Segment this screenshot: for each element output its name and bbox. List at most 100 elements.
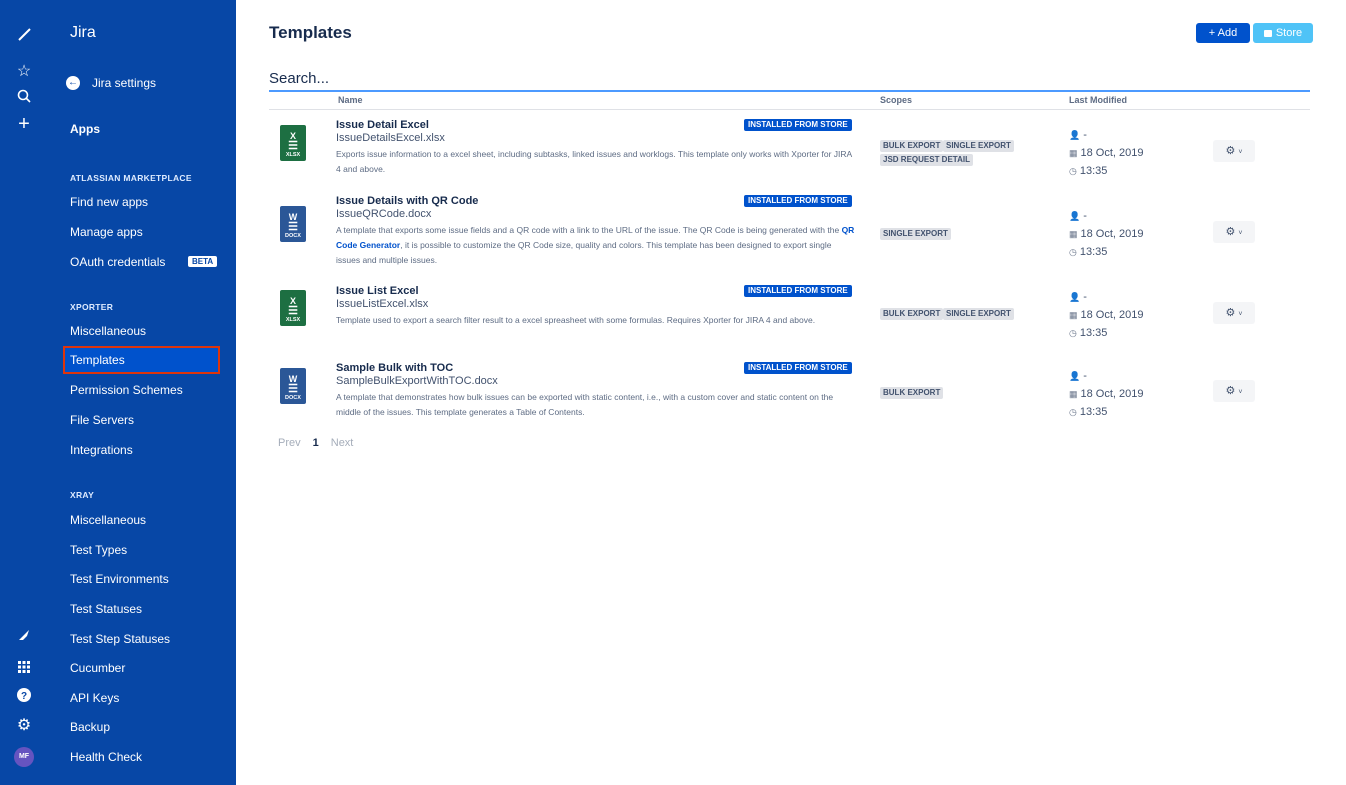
table-row: X ☰ XLSX Issue Detail Excel INSTALLED FROM… bbox=[269, 119, 1310, 199]
template-name[interactable]: Issue Details with QR Code bbox=[336, 195, 478, 207]
app-grid-icon[interactable] bbox=[0, 659, 48, 679]
star-icon[interactable]: ☆ bbox=[0, 62, 48, 82]
template-filename: SampleBulkExportWithTOC.docx bbox=[336, 375, 498, 387]
chevron-down-icon: ˅ bbox=[1238, 311, 1243, 318]
store-label: Store bbox=[1275, 27, 1303, 39]
column-header-name[interactable]: Name bbox=[338, 95, 363, 105]
installed-badge: INSTALLED FROM STORE bbox=[744, 362, 852, 374]
gear-icon: ⚙ bbox=[1225, 307, 1236, 319]
last-modified: 👤 - ▦ 18 Oct, 2019 ◷ 13:35 bbox=[1069, 370, 1144, 418]
template-name[interactable]: Issue List Excel bbox=[336, 285, 419, 297]
sidebar-item-xray-miscellaneous[interactable]: Miscellaneous bbox=[70, 510, 146, 530]
installed-badge: INSTALLED FROM STORE bbox=[744, 285, 852, 297]
pagination-current[interactable]: 1 bbox=[313, 437, 319, 449]
help-icon[interactable]: ? bbox=[0, 688, 48, 708]
installed-badge: INSTALLED FROM STORE bbox=[744, 195, 852, 207]
clock-icon: ◷ bbox=[1069, 328, 1077, 338]
sidebar-item-backup[interactable]: Backup bbox=[70, 717, 110, 737]
table-row: W ☰ DOCX Issue Details with QR Code INSTAL… bbox=[269, 195, 1310, 275]
template-filename: IssueListExcel.xlsx bbox=[336, 298, 429, 310]
scope-badge: SINGLE EXPORT bbox=[880, 228, 951, 240]
svg-text:?: ? bbox=[21, 691, 27, 702]
actions-dropdown-button[interactable]: ⚙ ˅ bbox=[1213, 380, 1255, 402]
add-button[interactable]: + Add bbox=[1196, 23, 1250, 43]
rocket-icon[interactable] bbox=[0, 628, 48, 648]
clock-icon: ◷ bbox=[1069, 166, 1077, 176]
sidebar-item-file-servers[interactable]: File Servers bbox=[70, 410, 134, 430]
back-to-jira-settings[interactable]: ← Jira settings bbox=[66, 73, 156, 93]
search-icon[interactable] bbox=[0, 89, 48, 109]
template-name[interactable]: Issue Detail Excel bbox=[336, 119, 429, 131]
product-name[interactable]: Jira bbox=[70, 24, 96, 42]
sidebar-item-integrations[interactable]: Integrations bbox=[70, 440, 133, 460]
gear-icon: ⚙ bbox=[1225, 145, 1236, 157]
scope-badge: SINGLE EXPORT bbox=[943, 140, 1014, 152]
last-modified: 👤 - ▦ 18 Oct, 2019 ◷ 13:35 bbox=[1069, 129, 1144, 177]
scope-badge: JSD REQUEST DETAIL bbox=[880, 154, 973, 166]
sidebar-item-cucumber[interactable]: Cucumber bbox=[70, 658, 125, 678]
store-icon bbox=[1263, 30, 1272, 37]
sidebar-item-test-types[interactable]: Test Types bbox=[70, 540, 127, 560]
plus-icon[interactable]: + bbox=[0, 114, 48, 134]
jira-logo-icon[interactable] bbox=[0, 26, 48, 48]
pagination-prev[interactable]: Prev bbox=[278, 437, 301, 449]
calendar-icon: ▦ bbox=[1069, 389, 1078, 399]
pagination-next[interactable]: Next bbox=[331, 437, 354, 449]
sidebar-item-templates[interactable]: Templates bbox=[70, 350, 125, 370]
sidebar-item-test-environments[interactable]: Test Environments bbox=[70, 569, 169, 589]
sidebar-item-manage-apps[interactable]: Manage apps bbox=[70, 222, 143, 242]
user-icon: 👤 bbox=[1069, 211, 1081, 221]
back-arrow-icon: ← bbox=[66, 76, 80, 90]
scope-badge: BULK EXPORT bbox=[880, 308, 944, 320]
page-title: Templates bbox=[269, 23, 352, 42]
clock-icon: ◷ bbox=[1069, 407, 1077, 417]
sidebar-item-test-statuses[interactable]: Test Statuses bbox=[70, 599, 142, 619]
global-nav-rail: ☆ + ? ⚙ MF bbox=[0, 0, 48, 785]
actions-dropdown-button[interactable]: ⚙ ˅ bbox=[1213, 140, 1255, 162]
search-input[interactable] bbox=[269, 66, 1310, 92]
settings-sidebar: Jira ← Jira settings Apps ATLASSIAN MARK… bbox=[48, 0, 236, 785]
gear-icon: ⚙ bbox=[1225, 226, 1236, 238]
xlsx-file-icon: X ☰ XLSX bbox=[280, 290, 306, 326]
user-icon: 👤 bbox=[1069, 371, 1081, 381]
template-description: Template used to export a search filter … bbox=[336, 315, 816, 325]
calendar-icon: ▦ bbox=[1069, 310, 1078, 320]
template-description: A template that demonstrates how bulk is… bbox=[336, 392, 834, 417]
scope-badge: BULK EXPORT bbox=[880, 387, 944, 399]
section-heading-marketplace: ATLASSIAN MARKETPLACE bbox=[70, 173, 192, 183]
gear-icon: ⚙ bbox=[1225, 385, 1236, 397]
header-divider bbox=[269, 109, 1310, 110]
actions-dropdown-button[interactable]: ⚙ ˅ bbox=[1213, 302, 1255, 324]
sidebar-item-xporter-miscellaneous[interactable]: Miscellaneous bbox=[70, 321, 146, 341]
store-button[interactable]: Store bbox=[1253, 23, 1313, 43]
column-header-scopes[interactable]: Scopes bbox=[880, 95, 912, 105]
sidebar-item-health-check[interactable]: Health Check bbox=[70, 747, 142, 767]
template-name[interactable]: Sample Bulk with TOC bbox=[336, 362, 453, 374]
beta-badge: BETA bbox=[188, 256, 218, 267]
sidebar-item-api-keys[interactable]: API Keys bbox=[70, 688, 119, 708]
avatar[interactable]: MF bbox=[14, 747, 34, 767]
installed-badge: INSTALLED FROM STORE bbox=[744, 119, 852, 131]
back-label: Jira settings bbox=[92, 76, 157, 90]
scope-badge: SINGLE EXPORT bbox=[943, 308, 1014, 320]
section-heading-xray: XRAY bbox=[70, 490, 95, 500]
template-description: A template that exports some issue field… bbox=[336, 225, 855, 265]
sidebar-item-find-new-apps[interactable]: Find new apps bbox=[70, 192, 148, 212]
docx-file-icon: W ☰ DOCX bbox=[280, 206, 306, 242]
sidebar-item-oauth-credentials[interactable]: OAuth credentials bbox=[70, 252, 165, 272]
calendar-icon: ▦ bbox=[1069, 148, 1078, 158]
last-modified: 👤 - ▦ 18 Oct, 2019 ◷ 13:35 bbox=[1069, 291, 1144, 339]
pagination: Prev 1 Next bbox=[278, 437, 353, 449]
template-filename: IssueDetailsExcel.xlsx bbox=[336, 132, 445, 144]
clock-icon: ◷ bbox=[1069, 247, 1077, 257]
column-header-last-modified[interactable]: Last Modified bbox=[1069, 95, 1127, 105]
table-row: W ☰ DOCX Sample Bulk with TOC INSTALLED FR… bbox=[269, 362, 1310, 442]
sidebar-item-apps[interactable]: Apps bbox=[70, 119, 100, 139]
settings-icon[interactable]: ⚙ bbox=[0, 716, 48, 736]
sidebar-item-test-step-statuses[interactable]: Test Step Statuses bbox=[70, 629, 170, 649]
actions-dropdown-button[interactable]: ⚙ ˅ bbox=[1213, 221, 1255, 243]
docx-file-icon: W ☰ DOCX bbox=[280, 368, 306, 404]
last-modified: 👤 - ▦ 18 Oct, 2019 ◷ 13:35 bbox=[1069, 210, 1144, 258]
sidebar-item-permission-schemes[interactable]: Permission Schemes bbox=[70, 380, 183, 400]
chevron-down-icon: ˅ bbox=[1238, 149, 1243, 156]
